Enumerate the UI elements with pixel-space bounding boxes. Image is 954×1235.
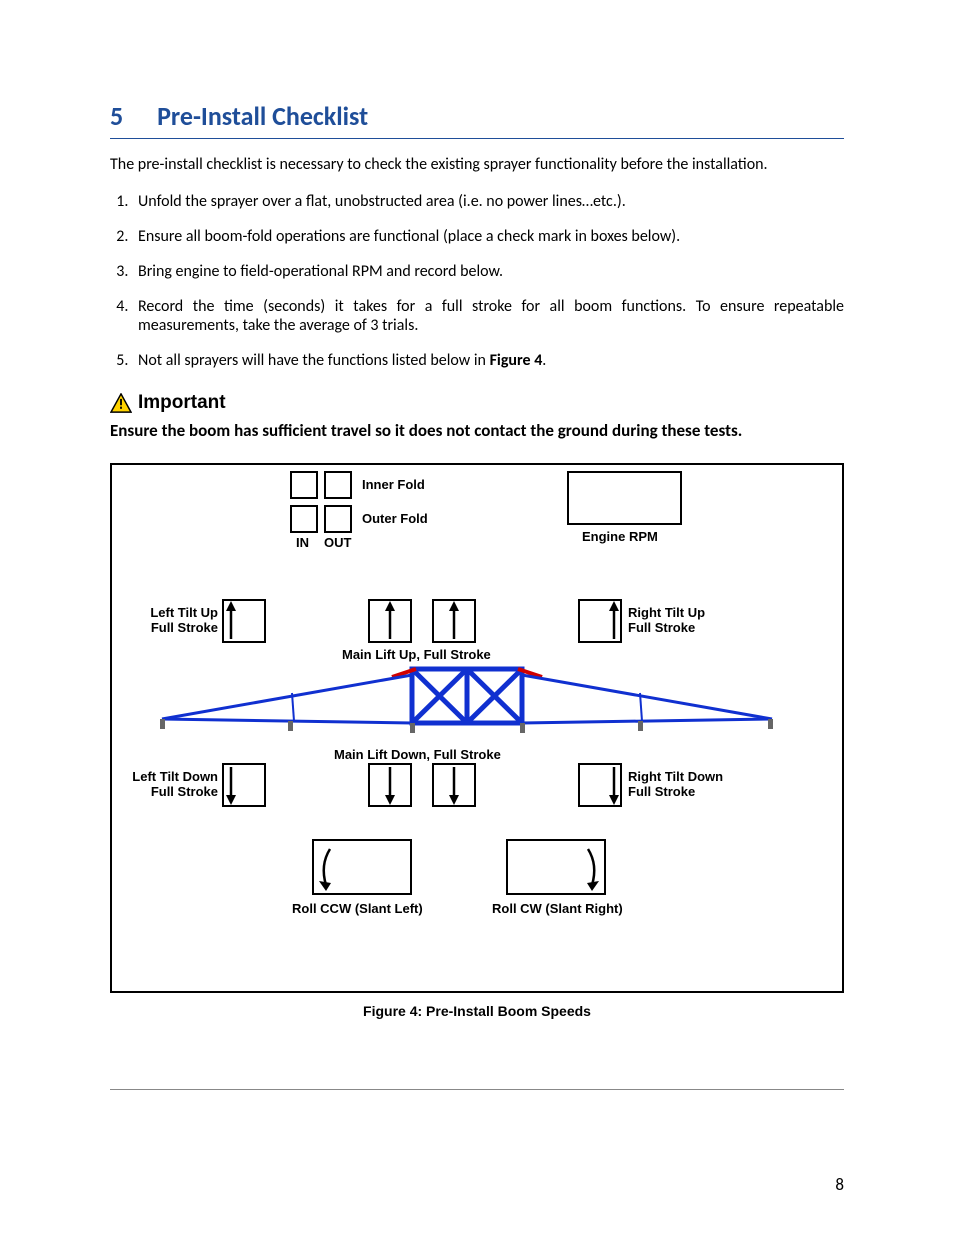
list-item: Ensure all boom-fold operations are func… xyxy=(132,227,844,246)
label-main-lift-down: Main Lift Down, Full Stroke xyxy=(334,747,501,762)
section-number: 5 xyxy=(110,100,123,132)
label-inner-fold: Inner Fold xyxy=(362,477,425,492)
arrow-down-icon xyxy=(448,765,460,805)
label-left-tilt-up: Left Tilt UpFull Stroke xyxy=(132,605,218,635)
label-outer-fold: Outer Fold xyxy=(362,511,428,526)
arrow-ccw-icon xyxy=(316,845,336,891)
figure-4: Inner Fold Outer Fold IN OUT Engine RPM … xyxy=(110,463,844,993)
label-main-lift-up: Main Lift Up, Full Stroke xyxy=(342,647,491,662)
figure-reference: Figure 4 xyxy=(490,351,543,370)
arrow-cw-icon xyxy=(582,845,602,891)
checkbox-inner-out[interactable] xyxy=(324,471,352,499)
boom-diagram xyxy=(132,663,802,749)
arrow-down-icon xyxy=(608,765,620,805)
label-out: OUT xyxy=(324,535,351,550)
footer-rule xyxy=(110,1089,844,1090)
warning-icon xyxy=(110,393,132,413)
label-engine-rpm: Engine RPM xyxy=(582,529,658,544)
list-item: Bring engine to field-operational RPM an… xyxy=(132,262,844,281)
arrow-up-icon xyxy=(225,601,237,641)
label-roll-ccw: Roll CCW (Slant Left) xyxy=(292,901,423,916)
arrow-up-icon xyxy=(608,601,620,641)
label-right-tilt-up: Right Tilt UpFull Stroke xyxy=(628,605,720,635)
important-heading: Important xyxy=(110,392,844,414)
label-in: IN xyxy=(296,535,309,550)
arrow-down-icon xyxy=(384,765,396,805)
list-item: Record the time (seconds) it takes for a… xyxy=(132,297,844,335)
arrow-up-icon xyxy=(384,601,396,641)
arrow-up-icon xyxy=(448,601,460,641)
important-label: Important xyxy=(138,392,226,414)
figure-caption: Figure 4: Pre-Install Boom Speeds xyxy=(110,1003,844,1019)
list-item: Unfold the sprayer over a flat, unobstru… xyxy=(132,192,844,211)
list-item: Not all sprayers will have the functions… xyxy=(132,351,844,370)
page-number: 8 xyxy=(835,1174,844,1195)
important-text: Ensure the boom has sufficient travel so… xyxy=(110,420,844,441)
section-heading: 5 Pre-Install Checklist xyxy=(110,100,844,139)
checkbox-inner-in[interactable] xyxy=(290,471,318,499)
checkbox-outer-out[interactable] xyxy=(324,505,352,533)
arrow-down-icon xyxy=(225,765,237,805)
intro-paragraph: The pre-install checklist is necessary t… xyxy=(110,155,844,174)
checklist: Unfold the sprayer over a flat, unobstru… xyxy=(110,192,844,370)
checkbox-outer-in[interactable] xyxy=(290,505,318,533)
input-engine-rpm[interactable] xyxy=(567,471,682,525)
label-left-tilt-down: Left Tilt DownFull Stroke xyxy=(120,769,218,799)
label-right-tilt-down: Right Tilt DownFull Stroke xyxy=(628,769,738,799)
label-roll-cw: Roll CW (Slant Right) xyxy=(492,901,623,916)
section-title: Pre-Install Checklist xyxy=(157,100,368,132)
